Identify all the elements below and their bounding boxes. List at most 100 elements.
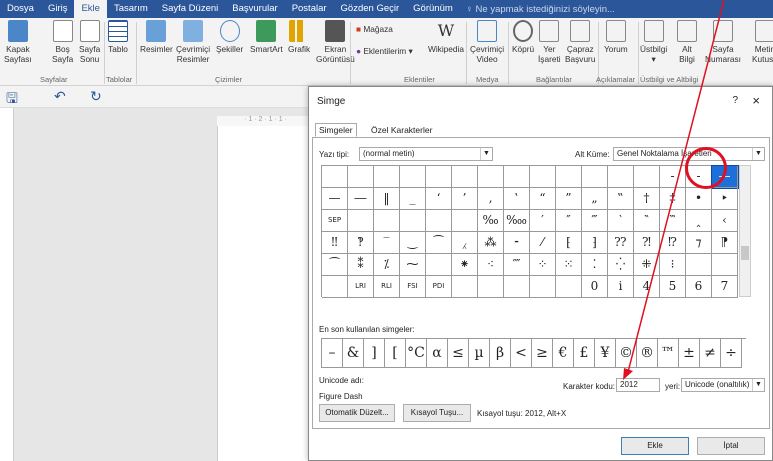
recent-symbol-cell[interactable]: ™ xyxy=(658,339,679,368)
symbol-cell[interactable] xyxy=(452,276,478,298)
symbol-cell[interactable]: ‷ xyxy=(660,210,686,232)
character-code-input[interactable]: 2012 xyxy=(616,378,660,392)
symbol-cell[interactable] xyxy=(634,166,660,188)
ustbilgi-button[interactable]: Üstbilgi ▾ xyxy=(640,20,667,64)
symbol-cell[interactable] xyxy=(374,166,400,188)
symbol-cell[interactable] xyxy=(504,276,530,298)
symbol-cell[interactable] xyxy=(374,210,400,232)
symbol-cell[interactable] xyxy=(478,276,504,298)
symbol-cell[interactable]: ‶ xyxy=(634,210,660,232)
tab-gorunum[interactable]: Görünüm xyxy=(406,0,460,18)
symbol-cell[interactable]: ⁒ xyxy=(374,254,400,276)
symbol-cell[interactable]: ‸ xyxy=(686,210,712,232)
symbol-cell[interactable] xyxy=(348,166,374,188)
symbol-cell[interactable]: ‾ xyxy=(374,232,400,254)
symbol-cell[interactable] xyxy=(322,276,348,298)
recent-symbols[interactable]: – &][°C α ≤ µ β < ≥ € £ ¥ © ® ™ ± ≠ ÷ xyxy=(321,338,746,368)
symbol-cell[interactable] xyxy=(556,276,582,298)
symbol-cell[interactable]: ⁁ xyxy=(452,232,478,254)
symbol-cell[interactable]: ⁂ xyxy=(478,232,504,254)
ekran-goruntusu-button[interactable]: Ekran Görüntüsü xyxy=(316,20,355,64)
symbol-cell[interactable]: “ xyxy=(530,188,556,210)
symbol-cell[interactable]: FSI xyxy=(400,276,426,298)
kapak-sayfasi-button[interactable]: Kapak Sayfası xyxy=(4,20,32,64)
tab-tasarim[interactable]: Tasarım xyxy=(107,0,155,18)
symbol-cell[interactable]: ‱ xyxy=(504,210,530,232)
symbol-cell[interactable]: ⁄ xyxy=(530,232,556,254)
recent-symbol-cell[interactable]: ≥ xyxy=(532,339,553,368)
symbol-cell[interactable]: ⁚ xyxy=(582,254,608,276)
recent-symbol-cell[interactable]: ] xyxy=(364,339,385,368)
symbol-cell[interactable]: ‣ xyxy=(712,188,738,210)
symbol-cell[interactable] xyxy=(504,166,530,188)
recent-symbol-cell[interactable]: µ xyxy=(469,339,490,368)
redo-icon[interactable]: ↻ xyxy=(90,88,102,105)
symbol-cell[interactable]: ‘ xyxy=(426,188,452,210)
grafik-button[interactable]: Grafik xyxy=(288,20,310,54)
recent-symbol-cell[interactable]: ≤ xyxy=(448,339,469,368)
symbol-cell[interactable]: RLI xyxy=(374,276,400,298)
symbol-cell[interactable]: ‹ xyxy=(712,210,738,232)
cevrimici-video-button[interactable]: Çevrimiçi Video xyxy=(470,20,504,64)
recent-symbol-cell[interactable]: ÷ xyxy=(721,339,742,368)
symbol-cell[interactable]: ⁑ xyxy=(348,254,374,276)
shortcut-key-button[interactable]: Kısayol Tuşu... xyxy=(403,404,471,422)
wikipedia-button[interactable]: W Wikipedia xyxy=(428,20,464,54)
symbol-cell[interactable] xyxy=(452,166,478,188)
symbol-cell[interactable]: - xyxy=(660,166,686,188)
recent-symbol-cell[interactable]: £ xyxy=(574,339,595,368)
symbol-cell[interactable]: ⁃ xyxy=(504,232,530,254)
symbol-cell[interactable] xyxy=(712,254,738,276)
tab-giris[interactable]: Giriş xyxy=(41,0,75,18)
symbol-cell[interactable]: 4 xyxy=(634,276,660,298)
symbol-cell[interactable] xyxy=(530,276,556,298)
symbol-cell[interactable] xyxy=(426,210,452,232)
tab-simgeler[interactable]: Simgeler xyxy=(315,123,357,137)
symbol-cell[interactable]: ⁜ xyxy=(634,254,660,276)
symbol-cell[interactable]: ” xyxy=(556,188,582,210)
sekiller-button[interactable]: Şekiller xyxy=(216,20,243,54)
symbol-cell[interactable]: ⁘ xyxy=(530,254,556,276)
font-select[interactable]: (normal metin) ▼ xyxy=(359,147,493,161)
symbol-cell[interactable]: LRI xyxy=(348,276,374,298)
symbol-cell[interactable] xyxy=(348,210,374,232)
tab-dosya[interactable]: Dosya xyxy=(0,0,41,18)
symbol-cell[interactable]: ‵ xyxy=(608,210,634,232)
from-select[interactable]: Unicode (onaltılık) ▼ xyxy=(681,378,765,392)
kopru-button[interactable]: Köprü xyxy=(512,20,534,54)
symbol-cell[interactable]: ″ xyxy=(556,210,582,232)
cancel-button[interactable]: İptal xyxy=(697,437,765,455)
symbol-cell[interactable]: ⁊ xyxy=(686,232,712,254)
symbol-cell[interactable] xyxy=(608,166,634,188)
symbol-cell[interactable]: ⁋ xyxy=(712,232,738,254)
scroll-thumb[interactable] xyxy=(741,246,749,260)
recent-symbol-cell[interactable]: [ xyxy=(385,339,406,368)
symbol-cell[interactable]: SEP xyxy=(322,210,348,232)
symbol-cell[interactable] xyxy=(530,166,556,188)
symbol-cell[interactable] xyxy=(426,166,452,188)
grid-scrollbar[interactable] xyxy=(739,165,751,297)
tab-ekle[interactable]: Ekle xyxy=(74,0,107,18)
tab-sayfa-duzeni[interactable]: Sayfa Düzeni xyxy=(155,0,226,18)
tab-basvurular[interactable]: Başvurular xyxy=(225,0,284,18)
symbol-cell[interactable] xyxy=(400,210,426,232)
symbol-cell[interactable]: ’ xyxy=(452,188,478,210)
capraz-basvuru-button[interactable]: Çapraz Başvuru xyxy=(565,20,595,64)
magaza-button[interactable]: ■ Mağaza xyxy=(356,24,393,34)
symbol-cell[interactable]: ⁝ xyxy=(660,254,686,276)
tablo-button[interactable]: Tablo xyxy=(108,20,128,54)
tell-me-box[interactable]: ♀ Ne yapmak istediğinizi söyleyin... xyxy=(466,4,615,15)
symbol-cell[interactable] xyxy=(400,166,426,188)
help-button[interactable]: ? xyxy=(732,95,738,106)
symbol-cell[interactable]: ⁉ xyxy=(660,232,686,254)
symbol-cell[interactable]: ⁆ xyxy=(582,232,608,254)
symbol-cell[interactable]: ‚ xyxy=(478,188,504,210)
symbol-cell[interactable]: ⁈ xyxy=(634,232,660,254)
symbol-cell[interactable]: ⁅ xyxy=(556,232,582,254)
recent-symbol-cell[interactable]: € xyxy=(553,339,574,368)
symbol-cell[interactable]: ‖ xyxy=(374,188,400,210)
symbol-cell[interactable]: 6 xyxy=(686,276,712,298)
metin-kutusu-button[interactable]: MetinKutusu xyxy=(752,20,773,64)
symbol-cell[interactable]: ⁀ xyxy=(322,254,348,276)
recent-symbol-cell[interactable]: β xyxy=(490,339,511,368)
